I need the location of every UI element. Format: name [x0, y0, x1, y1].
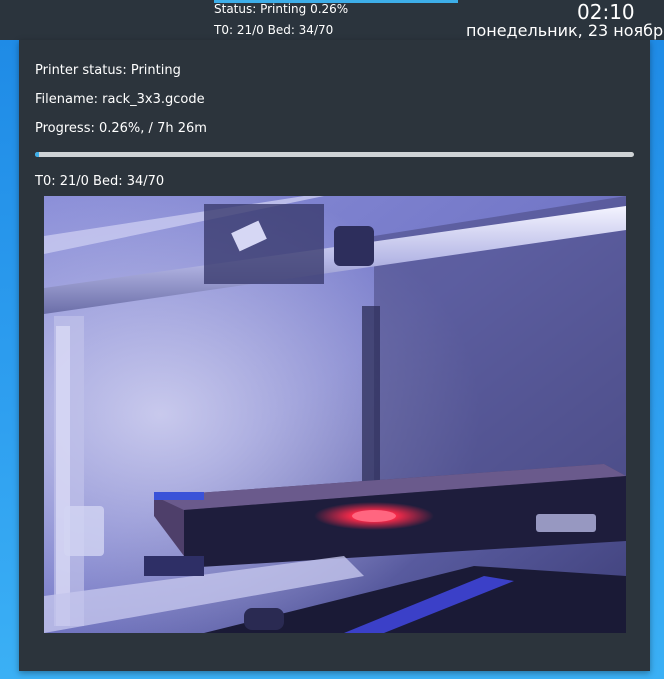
top-panel: Status: Printing 0.26% T0: 21/0 Bed: 34/…: [0, 0, 664, 40]
printer-status-label: Printer status: Printing: [35, 63, 181, 78]
print-progress-bar: [35, 152, 634, 157]
temperature-label: T0: 21/0 Bed: 34/70: [35, 174, 165, 189]
digital-clock[interactable]: 02:10 понедельник, 23 ноября: [464, 0, 664, 40]
panel-status-text: Status: Printing 0.26%: [214, 2, 349, 16]
printer-popup: Printer status: Printing Filename: rack_…: [19, 40, 650, 671]
printer-panel-widget[interactable]: Status: Printing 0.26% T0: 21/0 Bed: 34/…: [214, 0, 458, 40]
print-progress-fill: [35, 152, 39, 157]
clock-date: понедельник, 23 ноября: [466, 21, 664, 40]
panel-temps-text: T0: 21/0 Bed: 34/70: [214, 23, 334, 37]
filename-label: Filename: rack_3x3.gcode: [35, 92, 205, 107]
webcam-image: [44, 196, 626, 633]
progress-label: Progress: 0.26%, / 7h 26m: [35, 121, 207, 136]
